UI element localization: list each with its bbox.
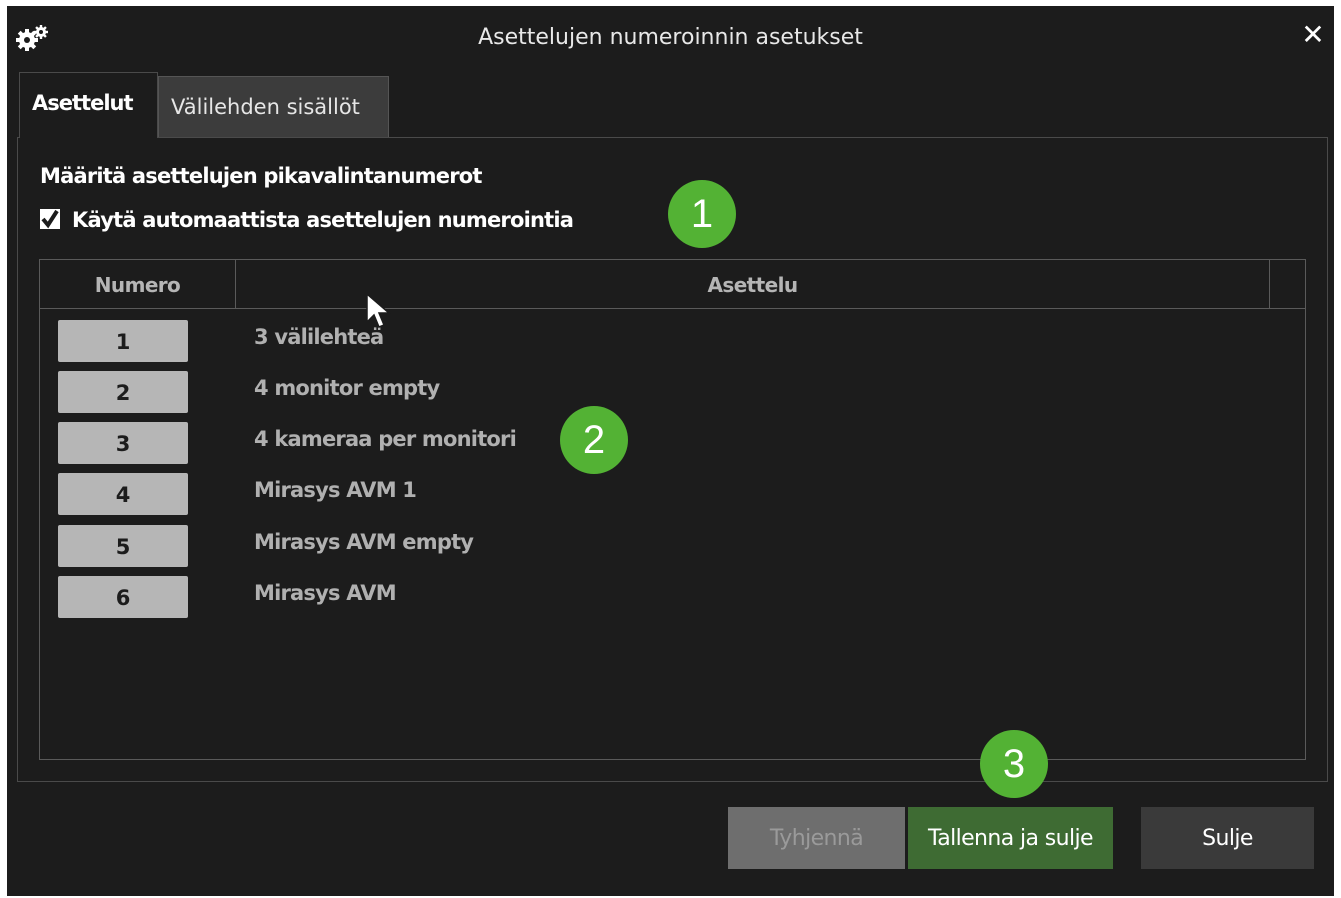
callout-badge: 1 xyxy=(668,180,736,248)
table-row: 1 3 välilehteä xyxy=(40,320,1305,366)
number-button[interactable]: 4 xyxy=(58,473,188,515)
close-button[interactable]: Sulje xyxy=(1141,807,1314,869)
section-heading: Määritä asettelujen pikavalintanumerot xyxy=(40,164,482,188)
layout-name: 4 monitor empty xyxy=(254,376,440,400)
layout-numbering-dialog: Asettelujen numeroinnin asetukset ✕ Aset… xyxy=(7,6,1334,896)
table-row: 5 Mirasys AVM empty xyxy=(40,525,1305,571)
clear-button[interactable]: Tyhjennä xyxy=(728,807,905,869)
number-button[interactable]: 6 xyxy=(58,576,188,618)
title-bar: Asettelujen numeroinnin asetukset ✕ xyxy=(7,6,1334,68)
tab-asettelut[interactable]: Asettelut xyxy=(19,72,158,138)
number-button[interactable]: 2 xyxy=(58,371,188,413)
callout-badge: 2 xyxy=(560,406,628,474)
layout-name: Mirasys AVM 1 xyxy=(254,478,417,502)
check-icon xyxy=(41,209,59,229)
table-row: 4 Mirasys AVM 1 xyxy=(40,473,1305,519)
table-row: 2 4 monitor empty xyxy=(40,371,1305,417)
dialog-title: Asettelujen numeroinnin asetukset xyxy=(478,25,863,50)
mouse-pointer-icon xyxy=(366,292,392,328)
auto-numbering-checkbox[interactable] xyxy=(40,209,60,229)
layout-table: Numero Asettelu 1 3 välilehteä 2 4 monit… xyxy=(39,259,1306,760)
layout-name: Mirasys AVM empty xyxy=(254,530,474,554)
save-and-close-button[interactable]: Tallenna ja sulje xyxy=(908,807,1113,869)
column-header-spacer xyxy=(1269,260,1305,308)
column-header-numero[interactable]: Numero xyxy=(40,260,236,308)
table-row: 3 4 kameraa per monitori xyxy=(40,422,1305,468)
tab-valilehden-sisallot[interactable]: Välilehden sisällöt xyxy=(158,76,389,138)
number-button[interactable]: 1 xyxy=(58,320,188,362)
number-button[interactable]: 5 xyxy=(58,525,188,567)
auto-numbering-label[interactable]: Käytä automaattista asettelujen numeroin… xyxy=(72,208,574,232)
table-row: 6 Mirasys AVM xyxy=(40,576,1305,622)
callout-badge: 3 xyxy=(980,730,1048,798)
layout-name: Mirasys AVM xyxy=(254,581,397,605)
table-header: Numero Asettelu xyxy=(40,260,1305,309)
number-button[interactable]: 3 xyxy=(58,422,188,464)
close-icon[interactable]: ✕ xyxy=(1298,20,1328,50)
layout-name: 4 kameraa per monitori xyxy=(254,427,517,451)
